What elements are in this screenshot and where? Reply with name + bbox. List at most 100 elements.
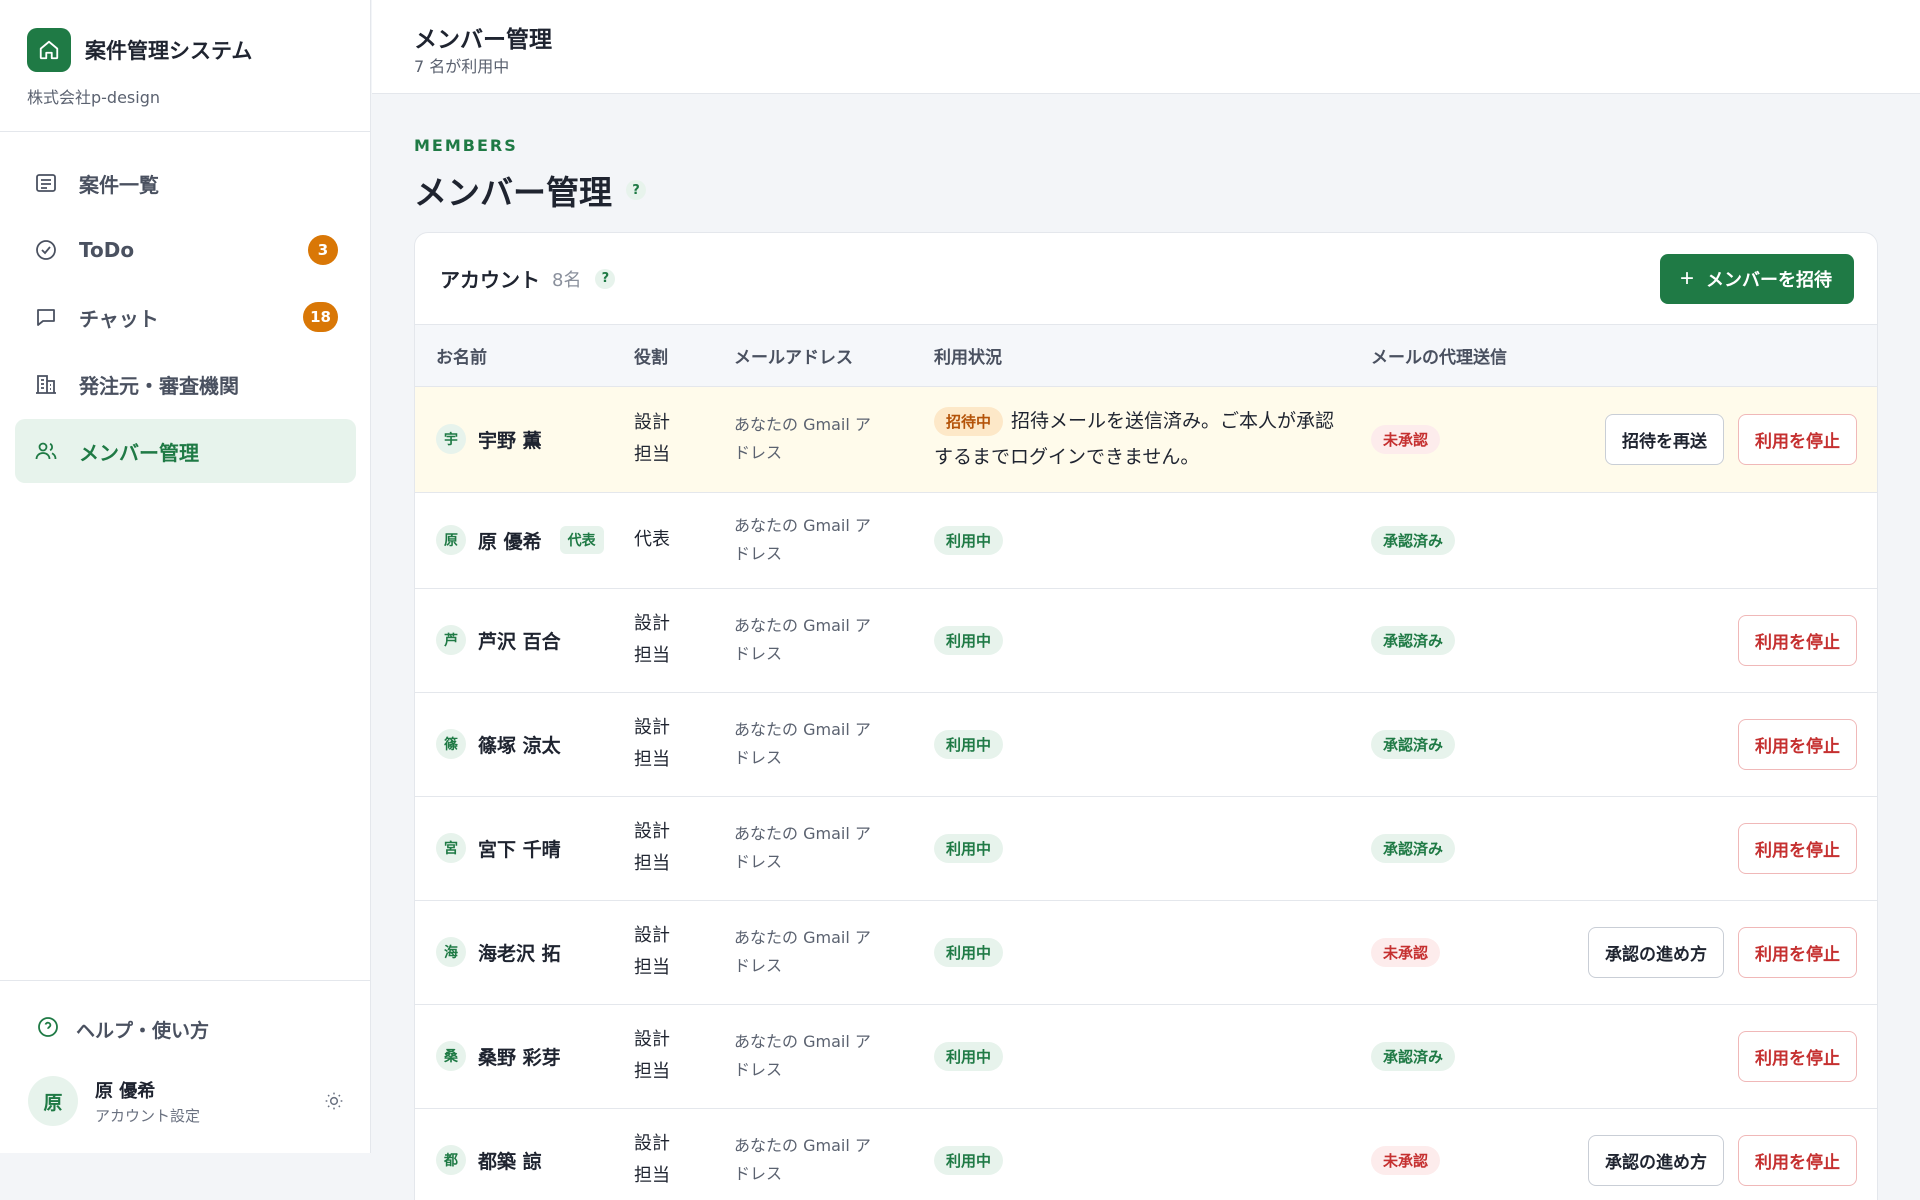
suspend-button[interactable]: 利用を停止: [1738, 1134, 1857, 1186]
check-circle-icon: [33, 237, 59, 263]
column-header-actions: [1521, 325, 1877, 387]
help-icon[interactable]: ?: [595, 268, 616, 289]
member-name: 都築 諒: [478, 1150, 542, 1173]
member-email: あなたの Gmail アドレス: [734, 616, 871, 663]
table-row: 海 海老沢 拓 設計担当 あなたの Gmail アドレス 利用中 未承認 承認の…: [415, 900, 1877, 1005]
sidebar-item-label: チャット: [79, 306, 159, 331]
divider: [0, 980, 371, 981]
accounts-card: アカウント 8名 ? + メンバーを招待 お名前 役割 メールアドレス 利用状況…: [414, 232, 1878, 1200]
avatar: 都: [436, 1145, 466, 1175]
suspend-button[interactable]: 利用を停止: [1738, 614, 1857, 666]
todo-count-badge: 3: [308, 235, 338, 265]
table-row: 宮 宮下 千晴 設計担当 あなたの Gmail アドレス 利用中 承認済み 利用…: [415, 796, 1877, 901]
table-row: 都 都築 諒 設計担当 あなたの Gmail アドレス 利用中 未承認 承認の進…: [415, 1108, 1877, 1200]
sidebar-item-label: ToDo: [79, 238, 135, 262]
users-icon: [33, 438, 59, 464]
brand[interactable]: 案件管理システム: [27, 28, 252, 72]
suspend-button[interactable]: 利用を停止: [1738, 718, 1857, 770]
sidebar-item-projects[interactable]: 案件一覧: [15, 151, 356, 215]
section-eyebrow: MEMBERS: [414, 136, 518, 155]
card-header: アカウント 8名 ? + メンバーを招待: [415, 233, 1877, 325]
sidebar-item-chat[interactable]: チャット 18: [15, 285, 356, 349]
member-role: 代表: [634, 529, 670, 550]
representative-badge: 代表: [559, 526, 604, 554]
member-role: 設計担当: [634, 925, 670, 978]
account-settings-link[interactable]: アカウント設定: [95, 1105, 200, 1126]
member-email: あなたの Gmail アドレス: [734, 516, 871, 563]
invite-member-button[interactable]: + メンバーを招待: [1659, 254, 1854, 304]
help-label: ヘルプ・使い方: [76, 1019, 210, 1042]
home-icon: [27, 28, 71, 72]
status-badge: 利用中: [934, 625, 1004, 655]
help-circle-icon: [36, 1015, 60, 1043]
member-name: 海老沢 拓: [478, 942, 561, 965]
theme-toggle-icon[interactable]: [322, 1089, 346, 1113]
member-role: 設計担当: [634, 1133, 670, 1186]
avatar: 原: [436, 525, 466, 555]
table-row: 芦 芦沢 百合 設計担当 あなたの Gmail アドレス 利用中 承認済み 利用…: [415, 588, 1877, 693]
sidebar-item-todo[interactable]: ToDo 3: [15, 218, 356, 282]
column-header-name: お名前: [415, 325, 634, 387]
proxy-badge: 承認済み: [1371, 1041, 1456, 1071]
sidebar-item-members[interactable]: メンバー管理: [15, 419, 356, 483]
member-email: あなたの Gmail アドレス: [734, 415, 871, 462]
list-icon: [33, 170, 59, 196]
members-table: お名前 役割 メールアドレス 利用状況 メールの代理送信 宇 宇野 薫 設計担当…: [415, 325, 1877, 1200]
chat-icon: [33, 304, 59, 330]
member-role: 設計担当: [634, 1029, 670, 1082]
sidebar-item-label: 発注元・審査機関: [79, 373, 239, 398]
column-header-proxy: メールの代理送信: [1371, 325, 1521, 387]
avatar: 桑: [436, 1041, 466, 1071]
top-bar: メンバー管理 7 名が利用中: [372, 0, 1920, 94]
member-name: 原 優希: [478, 530, 542, 553]
page-title-text: メンバー管理: [414, 173, 612, 212]
table-row: 原 原 優希 代表 代表 あなたの Gmail アドレス 利用中 承認済み: [415, 492, 1877, 589]
suspend-button[interactable]: 利用を停止: [1738, 1030, 1857, 1082]
avatar: 海: [436, 937, 466, 967]
proxy-badge: 未承認: [1371, 937, 1441, 967]
proxy-badge: 承認済み: [1371, 525, 1456, 555]
status-badge: 利用中: [934, 937, 1004, 967]
member-email: あなたの Gmail アドレス: [734, 1136, 871, 1183]
table-row: 宇 宇野 薫 設計担当 あなたの Gmail アドレス 招待中 招待メールを送信済…: [415, 386, 1877, 493]
table-header-row: お名前 役割 メールアドレス 利用状況 メールの代理送信: [415, 325, 1877, 387]
member-email: あなたの Gmail アドレス: [734, 928, 871, 975]
status-badge: 利用中: [934, 525, 1004, 555]
resend-invite-button[interactable]: 招待を再送: [1605, 413, 1724, 465]
column-header-role: 役割: [634, 325, 734, 387]
proxy-badge: 承認済み: [1371, 833, 1456, 863]
approval-guide-button[interactable]: 承認の進め方: [1588, 1134, 1724, 1186]
proxy-badge: 未承認: [1371, 424, 1441, 454]
sidebar: 案件管理システム 株式会社p-design 案件一覧 ToDo 3 チャット 1…: [0, 0, 371, 1153]
proxy-badge: 承認済み: [1371, 729, 1456, 759]
user-name: 原 優希: [95, 1080, 156, 1102]
avatar: 芦: [436, 625, 466, 655]
suspend-button[interactable]: 利用を停止: [1738, 413, 1857, 465]
card-title: アカウント: [440, 268, 540, 292]
member-name: 宮下 千晴: [478, 838, 561, 861]
avatar: 篠: [436, 729, 466, 759]
member-role: 設計担当: [634, 717, 670, 770]
help-link[interactable]: ヘルプ・使い方: [36, 1015, 209, 1043]
building-icon: [33, 371, 59, 397]
help-icon[interactable]: ?: [626, 180, 646, 200]
status-badge: 招待中: [934, 407, 1004, 436]
status-badge: 利用中: [934, 1041, 1004, 1071]
status-badge: 利用中: [934, 833, 1004, 863]
sidebar-item-clients[interactable]: 発注元・審査機関: [15, 352, 356, 416]
approval-guide-button[interactable]: 承認の進め方: [1588, 926, 1724, 978]
member-name: 桑野 彩芽: [478, 1046, 561, 1069]
status-badge: 利用中: [934, 729, 1004, 759]
invite-label: メンバーを招待: [1706, 270, 1832, 290]
current-user[interactable]: 原 原 優希 アカウント設定: [28, 1075, 346, 1127]
member-name: 宇野 薫: [478, 429, 542, 452]
proxy-badge: 承認済み: [1371, 625, 1456, 655]
suspend-button[interactable]: 利用を停止: [1738, 822, 1857, 874]
chat-count-badge: 18: [303, 302, 338, 332]
member-email: あなたの Gmail アドレス: [734, 1032, 871, 1079]
table-row: 篠 篠塚 涼太 設計担当 あなたの Gmail アドレス 利用中 承認済み 利用…: [415, 692, 1877, 797]
status-badge: 利用中: [934, 1145, 1004, 1175]
member-email: あなたの Gmail アドレス: [734, 720, 871, 767]
column-header-status: 利用状況: [934, 325, 1371, 387]
suspend-button[interactable]: 利用を停止: [1738, 926, 1857, 978]
